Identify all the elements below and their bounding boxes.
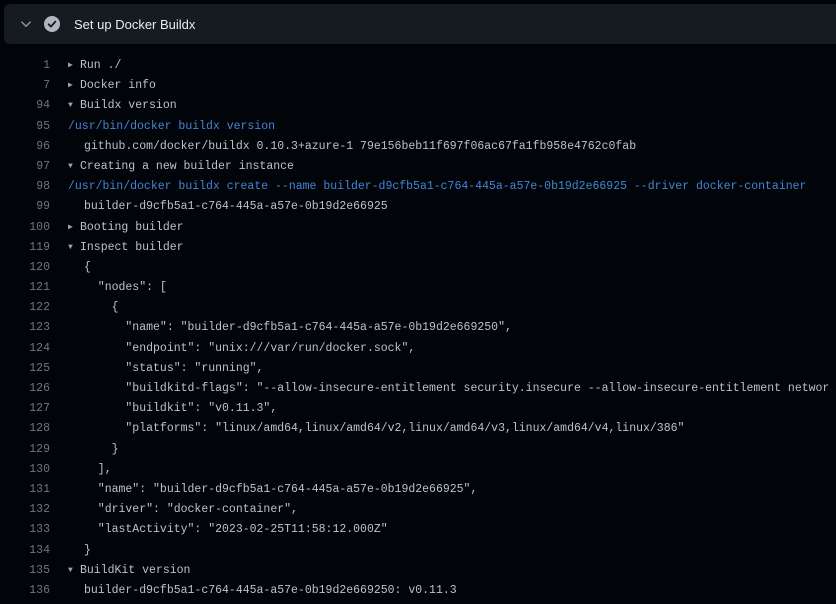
log-line: 133 "lastActivity": "2023-02-25T11:58:12… [0, 520, 836, 540]
log-line: 124 "endpoint": "unix:///var/run/docker.… [0, 339, 836, 359]
line-number-link[interactable]: 130 [0, 460, 50, 480]
log-line: 130 ], [0, 460, 836, 480]
triangle-down-icon[interactable]: ▼ [68, 561, 80, 581]
line-number-link[interactable]: 100 [0, 218, 50, 238]
log-line: 122 { [0, 298, 836, 318]
line-number-link[interactable]: 99 [0, 197, 50, 217]
line-number-link[interactable]: 133 [0, 520, 50, 540]
log-text: "status": "running", [84, 362, 263, 375]
log-text: /usr/bin/docker buildx version [68, 120, 275, 133]
log-text: "nodes": [ [84, 281, 167, 294]
line-number-link[interactable]: 129 [0, 440, 50, 460]
line-number-link[interactable]: 123 [0, 318, 50, 338]
line-number-link[interactable]: 134 [0, 541, 50, 561]
log-line: 132 "driver": "docker-container", [0, 500, 836, 520]
log-line: 123 "name": "builder-d9cfb5a1-c764-445a-… [0, 318, 836, 338]
line-number-link[interactable]: 124 [0, 339, 50, 359]
line-number-link[interactable]: 122 [0, 298, 50, 318]
log-text: builder-d9cfb5a1-c764-445a-a57e-0b19d2e6… [84, 200, 388, 213]
log-text: "platforms": "linux/amd64,linux/amd64/v2… [84, 422, 684, 435]
log-viewer: 1▶Run ./7▶Docker info94▼Buildx version95… [0, 44, 836, 604]
log-line: 98/usr/bin/docker buildx create --name b… [0, 177, 836, 197]
group-title[interactable]: Buildx version [80, 99, 177, 112]
group-title[interactable]: Inspect builder [80, 241, 184, 254]
log-line: 136 builder-d9cfb5a1-c764-445a-a57e-0b19d… [0, 581, 836, 601]
log-text: } [84, 443, 119, 456]
log-text: { [84, 261, 91, 274]
log-text: } [84, 544, 91, 557]
log-line: 100 ▶Booting builder [0, 218, 836, 238]
line-number-link[interactable]: 132 [0, 500, 50, 520]
chevron-down-icon[interactable] [20, 18, 32, 30]
line-number-link[interactable]: 135 [0, 561, 50, 581]
log-text: "buildkitd-flags": "--allow-insecure-ent… [84, 382, 829, 395]
triangle-right-icon[interactable]: ▶ [68, 56, 80, 76]
log-line: 121 "nodes": [ [0, 278, 836, 298]
check-circle-icon [44, 16, 60, 32]
group-title[interactable]: Booting builder [80, 221, 184, 234]
log-text: { [84, 301, 119, 314]
log-line: 127 "buildkit": "v0.11.3", [0, 399, 836, 419]
line-number-link[interactable]: 7 [0, 76, 50, 96]
log-line: 125 "status": "running", [0, 359, 836, 379]
log-line: 134} [0, 541, 836, 561]
line-number-link[interactable]: 136 [0, 581, 50, 601]
triangle-down-icon[interactable]: ▼ [68, 238, 80, 258]
log-text: "name": "builder-d9cfb5a1-c764-445a-a57e… [84, 483, 477, 496]
log-line: 126 "buildkitd-flags": "--allow-insecure… [0, 379, 836, 399]
log-line: 119 ▼Inspect builder [0, 238, 836, 258]
log-line: 95/usr/bin/docker buildx version [0, 117, 836, 137]
log-line: 97 ▼Creating a new builder instance [0, 157, 836, 177]
log-line: 94 ▼Buildx version [0, 96, 836, 116]
log-line: 129 } [0, 440, 836, 460]
line-number-link[interactable]: 96 [0, 137, 50, 157]
triangle-right-icon[interactable]: ▶ [68, 218, 80, 238]
log-text: /usr/bin/docker buildx create --name bui… [68, 180, 806, 193]
log-line: 1 ▶Run ./ [0, 56, 836, 76]
group-title[interactable]: Docker info [80, 79, 156, 92]
log-text: "lastActivity": "2023-02-25T11:58:12.000… [84, 523, 388, 536]
step-header[interactable]: Set up Docker Buildx [4, 4, 836, 44]
log-text: "endpoint": "unix:///var/run/docker.sock… [84, 342, 415, 355]
triangle-down-icon[interactable]: ▼ [68, 96, 80, 116]
triangle-right-icon[interactable]: ▶ [68, 76, 80, 96]
line-number-link[interactable]: 128 [0, 419, 50, 439]
line-number-link[interactable]: 94 [0, 96, 50, 116]
log-line: 96 github.com/docker/buildx 0.10.3+azure-… [0, 137, 836, 157]
log-text: "driver": "docker-container", [84, 503, 298, 516]
log-text: "name": "builder-d9cfb5a1-c764-445a-a57e… [84, 321, 512, 334]
line-number-link[interactable]: 98 [0, 177, 50, 197]
log-line: 128 "platforms": "linux/amd64,linux/amd6… [0, 419, 836, 439]
line-number-link[interactable]: 120 [0, 258, 50, 278]
line-number-link[interactable]: 125 [0, 359, 50, 379]
step-title: Set up Docker Buildx [74, 17, 195, 32]
line-number-link[interactable]: 97 [0, 157, 50, 177]
log-line: 135 ▼BuildKit version [0, 561, 836, 581]
triangle-down-icon[interactable]: ▼ [68, 157, 80, 177]
line-number-link[interactable]: 126 [0, 379, 50, 399]
line-number-link[interactable]: 121 [0, 278, 50, 298]
log-line: 120 { [0, 258, 836, 278]
line-number-link[interactable]: 95 [0, 117, 50, 137]
log-text: github.com/docker/buildx 0.10.3+azure-1 … [84, 140, 636, 153]
group-title[interactable]: Run ./ [80, 59, 121, 72]
line-number-link[interactable]: 1 [0, 56, 50, 76]
group-title[interactable]: BuildKit version [80, 564, 190, 577]
log-line: 7 ▶Docker info [0, 76, 836, 96]
log-line: 131 "name": "builder-d9cfb5a1-c764-445a-… [0, 480, 836, 500]
log-text: "buildkit": "v0.11.3", [84, 402, 277, 415]
line-number-link[interactable]: 119 [0, 238, 50, 258]
line-number-link[interactable]: 131 [0, 480, 50, 500]
log-line: 99 builder-d9cfb5a1-c764-445a-a57e-0b19d2… [0, 197, 836, 217]
line-number-link[interactable]: 127 [0, 399, 50, 419]
group-title[interactable]: Creating a new builder instance [80, 160, 294, 173]
log-text: ], [84, 463, 112, 476]
log-text: builder-d9cfb5a1-c764-445a-a57e-0b19d2e6… [84, 584, 457, 597]
